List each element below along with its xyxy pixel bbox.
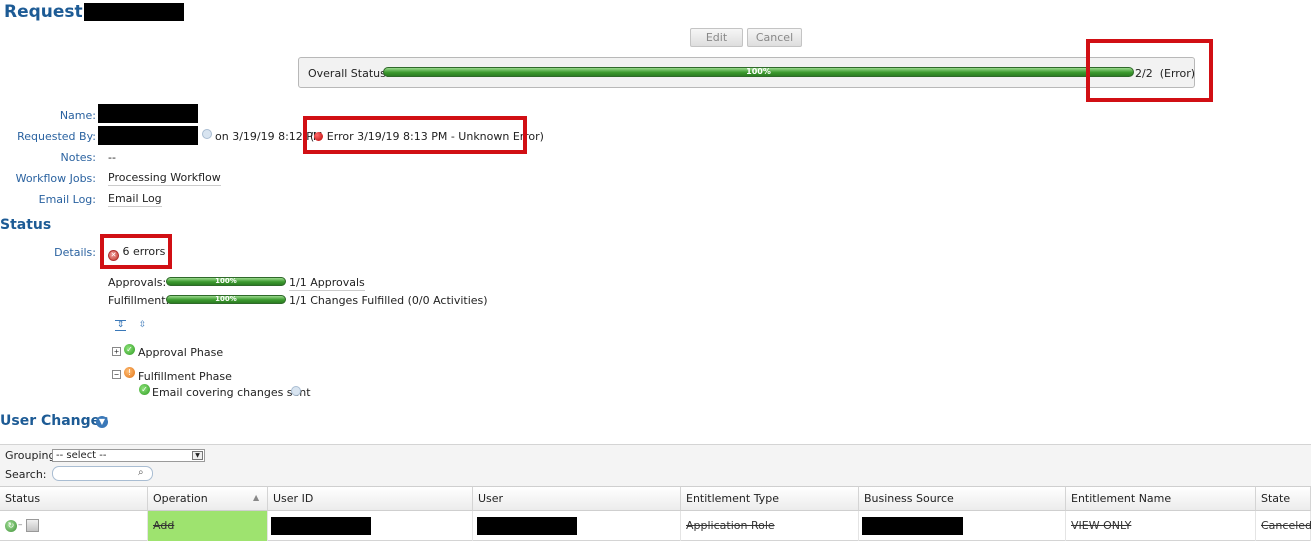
user-redacted xyxy=(477,517,577,535)
chevron-down-icon[interactable]: ▼ xyxy=(96,416,108,428)
edit-button[interactable]: Edit xyxy=(690,28,743,47)
row-entitlement-type-cell: Application Role xyxy=(681,511,859,541)
table-header-row: Status Operation ▲ User ID User Entitlem… xyxy=(0,486,1311,511)
email-sent-label: Email covering changes sent xyxy=(152,386,311,399)
check-circle-icon: ✓ xyxy=(139,384,150,395)
fulfillment-phase-label[interactable]: Fulfillment Phase xyxy=(138,370,232,383)
search-label: Search: xyxy=(5,468,47,481)
approvals-label: Approvals: xyxy=(108,276,167,289)
page-title: Request: xyxy=(4,2,90,22)
grouping-select-value: -- select -- xyxy=(56,450,107,461)
approvals-progress-bar: 100% xyxy=(166,277,286,286)
request-id-redacted xyxy=(84,3,184,21)
highlight-box-overall-status xyxy=(1086,39,1213,102)
column-header-operation[interactable]: Operation xyxy=(148,486,268,511)
row-status-cell: ↻ – xyxy=(0,511,148,541)
overall-status-progress-bar: 100% xyxy=(383,67,1134,77)
user-id-redacted xyxy=(271,517,371,535)
fulfillment-progress-bar: 100% xyxy=(166,295,286,304)
requested-by-label: Requested By: xyxy=(17,130,96,143)
workflow-jobs-label: Workflow Jobs: xyxy=(15,172,96,185)
workflow-jobs-link[interactable]: Processing Workflow xyxy=(108,171,221,186)
requested-by-value-redacted xyxy=(98,126,198,145)
column-header-user[interactable]: User xyxy=(473,486,681,511)
document-icon[interactable] xyxy=(26,519,39,532)
sort-asc-icon[interactable]: ▲ xyxy=(253,493,259,502)
approvals-text[interactable]: 1/1 Approvals xyxy=(289,276,365,291)
fulfillment-track: 100% xyxy=(166,295,286,304)
column-header-entitlement-type[interactable]: Entitlement Type xyxy=(681,486,859,511)
info-icon[interactable] xyxy=(291,386,301,396)
status-details-label: Details: xyxy=(54,246,96,259)
approval-phase-label[interactable]: Approval Phase xyxy=(138,346,223,359)
name-value-redacted xyxy=(98,104,198,123)
business-source-redacted xyxy=(862,517,963,535)
fulfillment-text: 1/1 Changes Fulfilled (0/0 Activities) xyxy=(289,294,488,307)
user-changes-title: User Changes xyxy=(0,413,109,429)
cancel-button[interactable]: Cancel xyxy=(747,28,802,47)
notes-value: -- xyxy=(108,151,116,164)
row-business-source-cell xyxy=(859,511,1066,541)
approvals-track: 100% xyxy=(166,277,286,286)
chevron-down-icon[interactable]: ▼ xyxy=(192,451,203,460)
row-entitlement-name-cell: VIEW ONLY xyxy=(1066,511,1256,541)
check-circle-icon: ✓ xyxy=(124,344,135,355)
collapse-fulfillment-phase-icon[interactable]: − xyxy=(112,370,121,379)
row-user-id-cell xyxy=(268,511,473,541)
search-icon[interactable]: ⌕ xyxy=(138,467,150,479)
collapse-all-icon[interactable]: ⇳ xyxy=(137,320,148,331)
highlight-box-request-error xyxy=(303,116,527,154)
column-header-entitlement-name[interactable]: Entitlement Name xyxy=(1066,486,1256,511)
refresh-icon[interactable]: ↻ xyxy=(5,520,17,532)
notes-label: Notes: xyxy=(60,151,96,164)
overall-status-track: 100% xyxy=(383,67,1134,77)
fulfillment-label: Fulfillment: xyxy=(108,294,170,307)
table-row[interactable]: ↻ – Add Application Role VIEW ONLY Cance… xyxy=(0,511,1311,541)
column-header-business-source[interactable]: Business Source xyxy=(859,486,1066,511)
column-header-status[interactable]: Status xyxy=(0,486,148,511)
expand-all-icon[interactable]: ⇕ xyxy=(115,320,126,331)
column-header-state[interactable]: State xyxy=(1256,486,1311,511)
email-log-link[interactable]: Email Log xyxy=(108,192,162,207)
warning-circle-icon: ! xyxy=(124,367,135,378)
status-section-title: Status xyxy=(0,217,52,233)
info-icon[interactable] xyxy=(202,129,212,139)
row-state-cell: Canceled xyxy=(1256,511,1311,541)
dash-separator: – xyxy=(18,520,23,530)
email-log-label: Email Log: xyxy=(38,193,96,206)
column-header-user-id[interactable]: User ID xyxy=(268,486,473,511)
overall-status-label: Overall Status: xyxy=(308,67,390,80)
highlight-box-errors xyxy=(100,234,172,269)
row-operation-cell: Add xyxy=(148,511,268,541)
grouping-select[interactable]: -- select -- ▼ xyxy=(52,449,205,462)
row-user-cell xyxy=(473,511,681,541)
expand-approval-phase-icon[interactable]: + xyxy=(112,347,121,356)
name-label: Name: xyxy=(59,109,96,122)
